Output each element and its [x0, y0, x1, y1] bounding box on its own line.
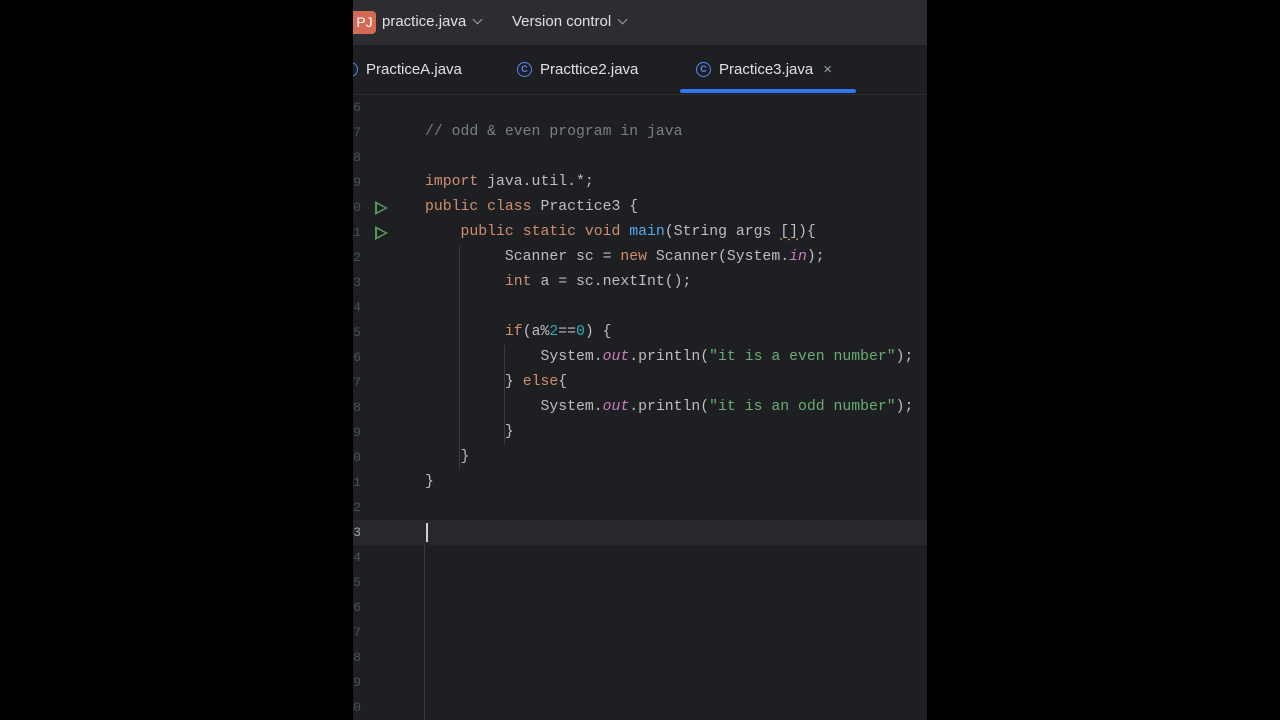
line-number: 6 — [353, 100, 361, 115]
chevron-down-icon — [472, 14, 483, 25]
line-number: 8 — [353, 400, 361, 415]
close-icon[interactable]: × — [823, 61, 832, 78]
line-number: 1 — [353, 225, 361, 240]
chevron-down-icon — [617, 14, 628, 25]
line-number: 4 — [353, 550, 361, 565]
line-number: 5 — [353, 325, 361, 340]
line-number: 6 — [353, 350, 361, 365]
tab-practtice2[interactable]: C Practtice2.java — [517, 45, 638, 94]
line-number: 8 — [353, 150, 361, 165]
code-line: 0 } — [353, 445, 927, 470]
version-control-menu[interactable]: Version control — [512, 12, 628, 32]
code-line: 2 Scanner sc = new Scanner(System.in); — [353, 245, 927, 270]
current-line[interactable]: 3 — [353, 520, 927, 545]
line-number: 7 — [353, 375, 361, 390]
tab-practice3[interactable]: C Practice3.java × — [696, 45, 832, 94]
line-number: 3 — [353, 275, 361, 290]
code-comment: // odd & even program in java — [425, 124, 683, 140]
line-number: 8 — [353, 650, 361, 665]
project-selector[interactable]: practice.java — [382, 12, 483, 32]
java-class-icon: C — [696, 62, 711, 77]
line-number: 0 — [353, 200, 361, 215]
line-number: 2 — [353, 500, 361, 515]
line-number: 5 — [353, 575, 361, 590]
line-number: 7 — [353, 125, 361, 140]
tab-label: Practtice2.java — [540, 61, 639, 78]
tab-label: Practice3.java — [719, 61, 814, 78]
line-number: 4 — [353, 300, 361, 315]
code-line: 0 public class Practice3 { — [353, 195, 927, 220]
tab-label: PracticeA.java — [366, 61, 462, 78]
line-number: 9 — [353, 425, 361, 440]
code-line: 1 } — [353, 470, 927, 495]
line-number: 6 — [353, 600, 361, 615]
project-badge[interactable]: PJ — [353, 11, 376, 34]
tab-practicea[interactable]: C PracticeA.java — [353, 45, 462, 94]
code-line: 1 public static void main(String args []… — [353, 220, 927, 245]
code-line: 9 import java.util.*; — [353, 170, 927, 195]
title-bar: PJ practice.java Version control — [353, 0, 927, 45]
version-control-label: Version control — [512, 13, 612, 30]
code-line: 7 } else{ — [353, 370, 927, 395]
code-line: 5 if(a%2==0) { — [353, 320, 927, 345]
line-number: 7 — [353, 625, 361, 640]
code-line: 8 System.out.println("it is an odd numbe… — [353, 395, 927, 420]
line-number: 0 — [353, 450, 361, 465]
project-name: practice.java — [382, 13, 467, 30]
run-icon[interactable] — [375, 201, 388, 215]
code-line: 6 System.out.println("it is a even numbe… — [353, 345, 927, 370]
ide-window: PJ practice.java Version control C Pract… — [353, 0, 927, 720]
run-icon[interactable] — [375, 226, 388, 240]
code-line: 3 int a = sc.nextInt(); — [353, 270, 927, 295]
code-line: 7 // odd & even program in java — [353, 120, 927, 145]
line-number: 9 — [353, 175, 361, 190]
line-number: 0 — [353, 700, 361, 715]
line-number: 3 — [353, 525, 361, 540]
code-editor[interactable]: 6 7 // odd & even program in java 8 9 im… — [353, 95, 927, 720]
line-number: 9 — [353, 675, 361, 690]
java-class-icon: C — [517, 62, 532, 77]
java-class-icon: C — [353, 62, 358, 77]
editor-tab-bar: C PracticeA.java C Practtice2.java C Pra… — [353, 45, 927, 95]
line-number: 2 — [353, 250, 361, 265]
code-line: 9 } — [353, 420, 927, 445]
active-tab-indicator — [680, 89, 856, 93]
line-number: 1 — [353, 475, 361, 490]
text-caret — [426, 523, 428, 542]
